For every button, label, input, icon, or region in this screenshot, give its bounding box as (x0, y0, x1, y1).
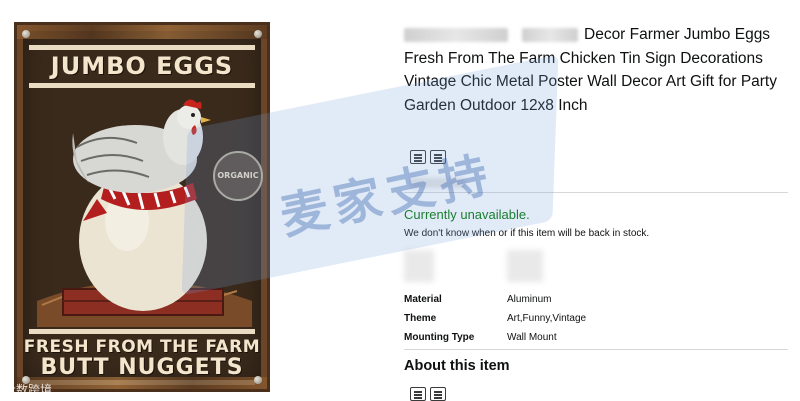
divider (404, 349, 788, 350)
redacted-spec-value (507, 250, 543, 282)
clipboard-icon[interactable] (410, 387, 426, 401)
spec-label: Material (404, 294, 442, 305)
spec-value: Art,Funny,Vintage (507, 313, 587, 324)
rust-edge-top (17, 25, 267, 39)
sign-headline: JUMBO EGGS (50, 52, 234, 80)
spec-row: Mounting Type Wall Mount (404, 328, 586, 347)
spec-label: Theme (404, 313, 437, 324)
about-heading: About this item (404, 358, 510, 374)
spec-value: Wall Mount (507, 332, 557, 343)
redacted-spec-label (404, 250, 434, 282)
sign-stripe (29, 45, 255, 50)
rust-edge-bottom (17, 377, 267, 389)
watermark-corner: 大数跨境 (4, 383, 53, 397)
sign-footer-line-1: FRESH FROM THE FARM (23, 337, 261, 357)
spec-label: Mounting Type (404, 332, 475, 343)
redacted-brand (522, 27, 578, 42)
redacted-brand (404, 27, 508, 42)
product-specs-table: Material Aluminum Theme Art,Funny,Vintag… (404, 290, 586, 347)
rivet-icon (254, 30, 262, 38)
spec-row: Theme Art,Funny,Vintage (404, 309, 586, 328)
spec-value: Aluminum (507, 294, 552, 305)
rivet-icon (254, 376, 262, 384)
copy-search-icon[interactable] (430, 387, 446, 401)
sign-stripe (29, 83, 255, 88)
about-action-icons (410, 387, 446, 401)
spec-row: Material Aluminum (404, 290, 586, 309)
rivet-icon (22, 30, 30, 38)
sign-stripe (29, 329, 255, 334)
